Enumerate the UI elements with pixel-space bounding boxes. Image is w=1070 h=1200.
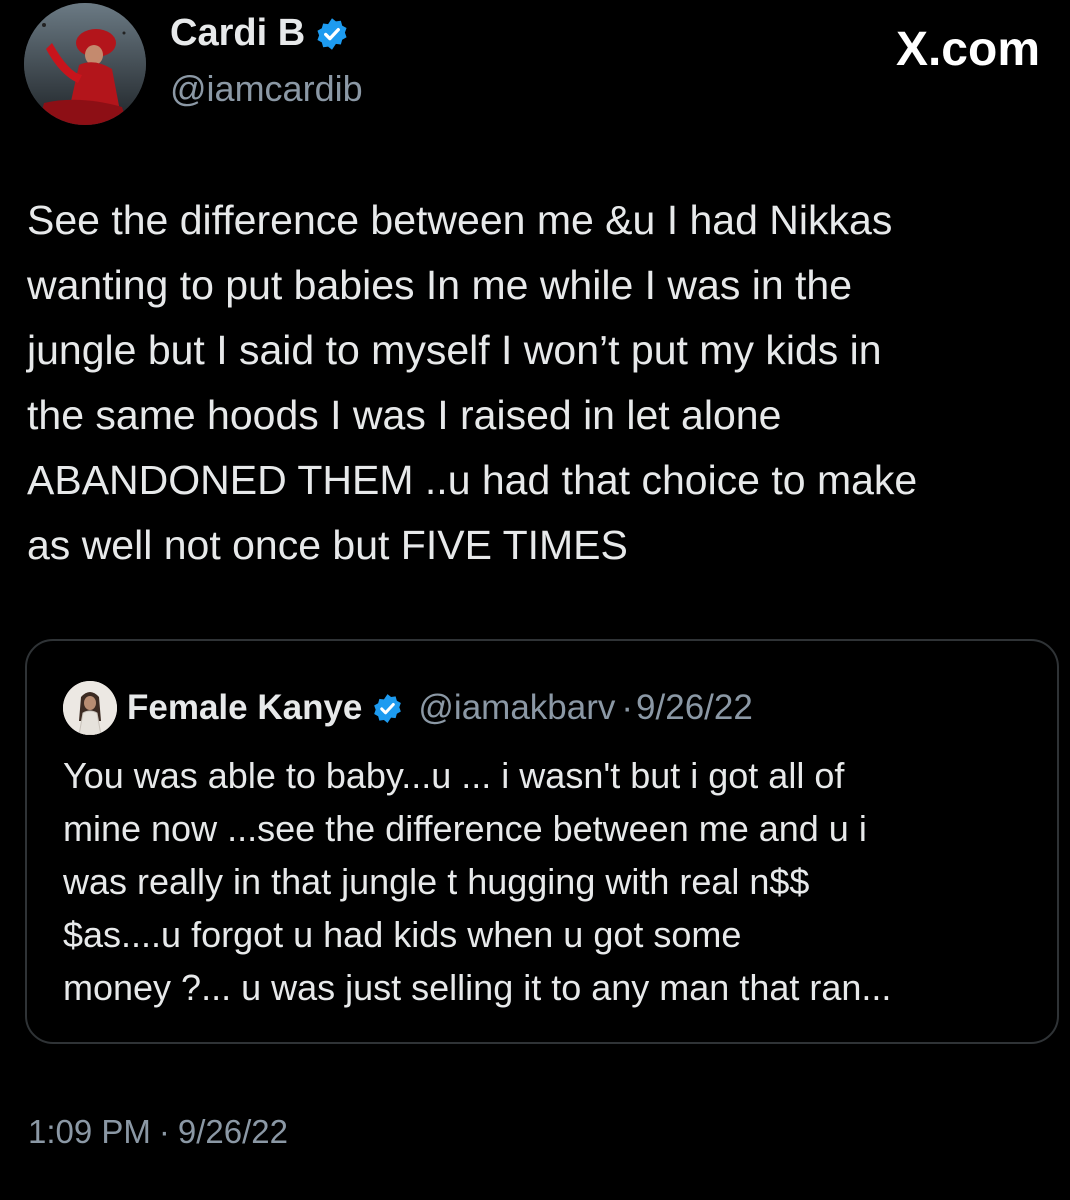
author-handle[interactable]: @iamcardib	[170, 68, 363, 110]
quoted-separator: ·	[621, 688, 634, 727]
quoted-tweet-text: You was able to baby...u ... i wasn't bu…	[63, 755, 892, 1008]
quoted-verified-badge-icon	[371, 692, 404, 725]
brand-label: X.com	[895, 23, 1040, 76]
tweet-time[interactable]: 1:09 PM	[28, 1113, 151, 1150]
quoted-tweet-card[interactable]: Female Kanye @iamakbarv · 9/26/22 You wa…	[25, 639, 1059, 1044]
quoted-date[interactable]: 9/26/22	[636, 688, 753, 728]
author-avatar[interactable]	[24, 3, 146, 125]
quoted-author-handle[interactable]: @iamakbarv	[418, 688, 615, 728]
brand-watermark: X.com	[896, 22, 1040, 77]
tweet-timestamp[interactable]: 1:09 PM · 9/26/22	[28, 1113, 288, 1151]
timestamp-separator: ·	[158, 1113, 170, 1150]
verified-badge-icon	[314, 16, 350, 52]
author-name-row[interactable]: Cardi B	[170, 12, 350, 55]
tweet-text: See the difference between me &u I had N…	[27, 197, 918, 568]
quoted-author-avatar[interactable]	[63, 681, 117, 735]
quoted-author-name[interactable]: Female Kanye	[127, 688, 362, 728]
tweet-date[interactable]: 9/26/22	[178, 1113, 288, 1150]
author-name[interactable]: Cardi B	[170, 12, 305, 55]
quoted-tweet-header: Female Kanye @iamakbarv · 9/26/22	[63, 681, 753, 735]
